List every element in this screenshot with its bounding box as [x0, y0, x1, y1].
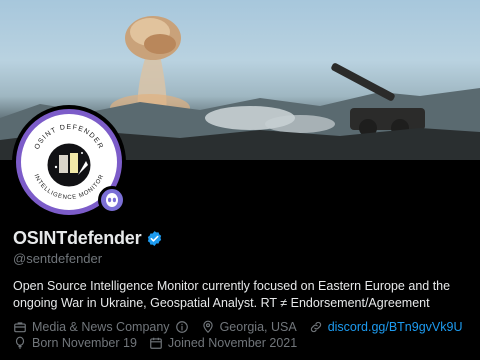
meta-joined: Joined November 2021: [149, 336, 297, 350]
info-icon[interactable]: [175, 320, 189, 334]
meta-born: Born November 19: [13, 336, 137, 350]
meta-born-text: Born November 19: [32, 336, 137, 350]
meta-location-text: Georgia, USA: [219, 320, 297, 334]
meta-location: Georgia, USA: [201, 320, 297, 334]
meta-category-text: Media & News Company: [32, 320, 170, 334]
name-row: OSINTdefender: [13, 228, 163, 249]
profile-meta-row: Media & News Company Georgia, USA discor…: [13, 320, 462, 334]
balloon-icon: [15, 336, 25, 349]
meta-link[interactable]: discord.gg/BTn9gvVk9U: [309, 320, 463, 334]
link-icon: [310, 321, 321, 333]
meta-joined-text: Joined November 2021: [167, 336, 298, 350]
profile-handle: @sentdefender: [13, 251, 103, 266]
location-pin-icon: [202, 320, 213, 334]
alien-badge-icon[interactable]: [98, 186, 126, 214]
verified-badge-icon[interactable]: [146, 230, 163, 247]
meta-category: Media & News Company: [13, 320, 189, 334]
profile-bio: Open Source Intelligence Monitor current…: [13, 279, 451, 310]
briefcase-icon: [14, 322, 26, 333]
profile-meta-row-2: Born November 19 Joined November 2021: [13, 336, 297, 350]
calendar-icon: [150, 337, 162, 349]
profile-website-link[interactable]: discord.gg/BTn9gvVk9U: [328, 320, 463, 334]
display-name: OSINTdefender: [13, 228, 142, 248]
